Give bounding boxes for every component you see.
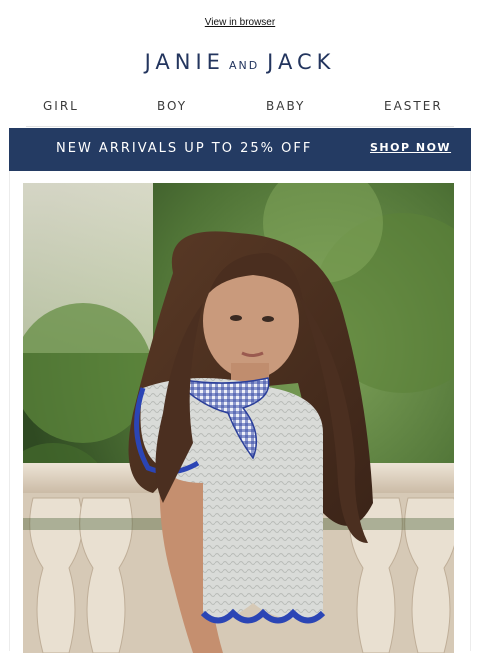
nav-item-easter[interactable]: EASTER (384, 99, 443, 113)
brand-logo[interactable]: JANIE AND JACK (0, 50, 480, 74)
hero-photo (23, 183, 454, 653)
promo-message: NEW ARRIVALS UP TO 25% OFF (56, 141, 313, 156)
shop-now-link[interactable]: SHOP NOW (370, 141, 451, 154)
main-nav: GIRL BOY BABY EASTER (0, 99, 480, 115)
view-in-browser-link[interactable]: View in browser (0, 17, 480, 28)
nav-item-baby[interactable]: BABY (266, 99, 305, 113)
nav-divider (26, 126, 454, 127)
promo-banner[interactable]: NEW ARRIVALS UP TO 25% OFF SHOP NOW (9, 128, 471, 171)
logo-word-jack: JACK (267, 50, 336, 74)
nav-item-boy[interactable]: BOY (157, 99, 187, 113)
nav-item-girl[interactable]: GIRL (43, 99, 79, 113)
hero-image[interactable] (23, 183, 454, 653)
logo-word-and: AND (228, 59, 260, 72)
logo-word-janie: JANIE (144, 50, 225, 74)
